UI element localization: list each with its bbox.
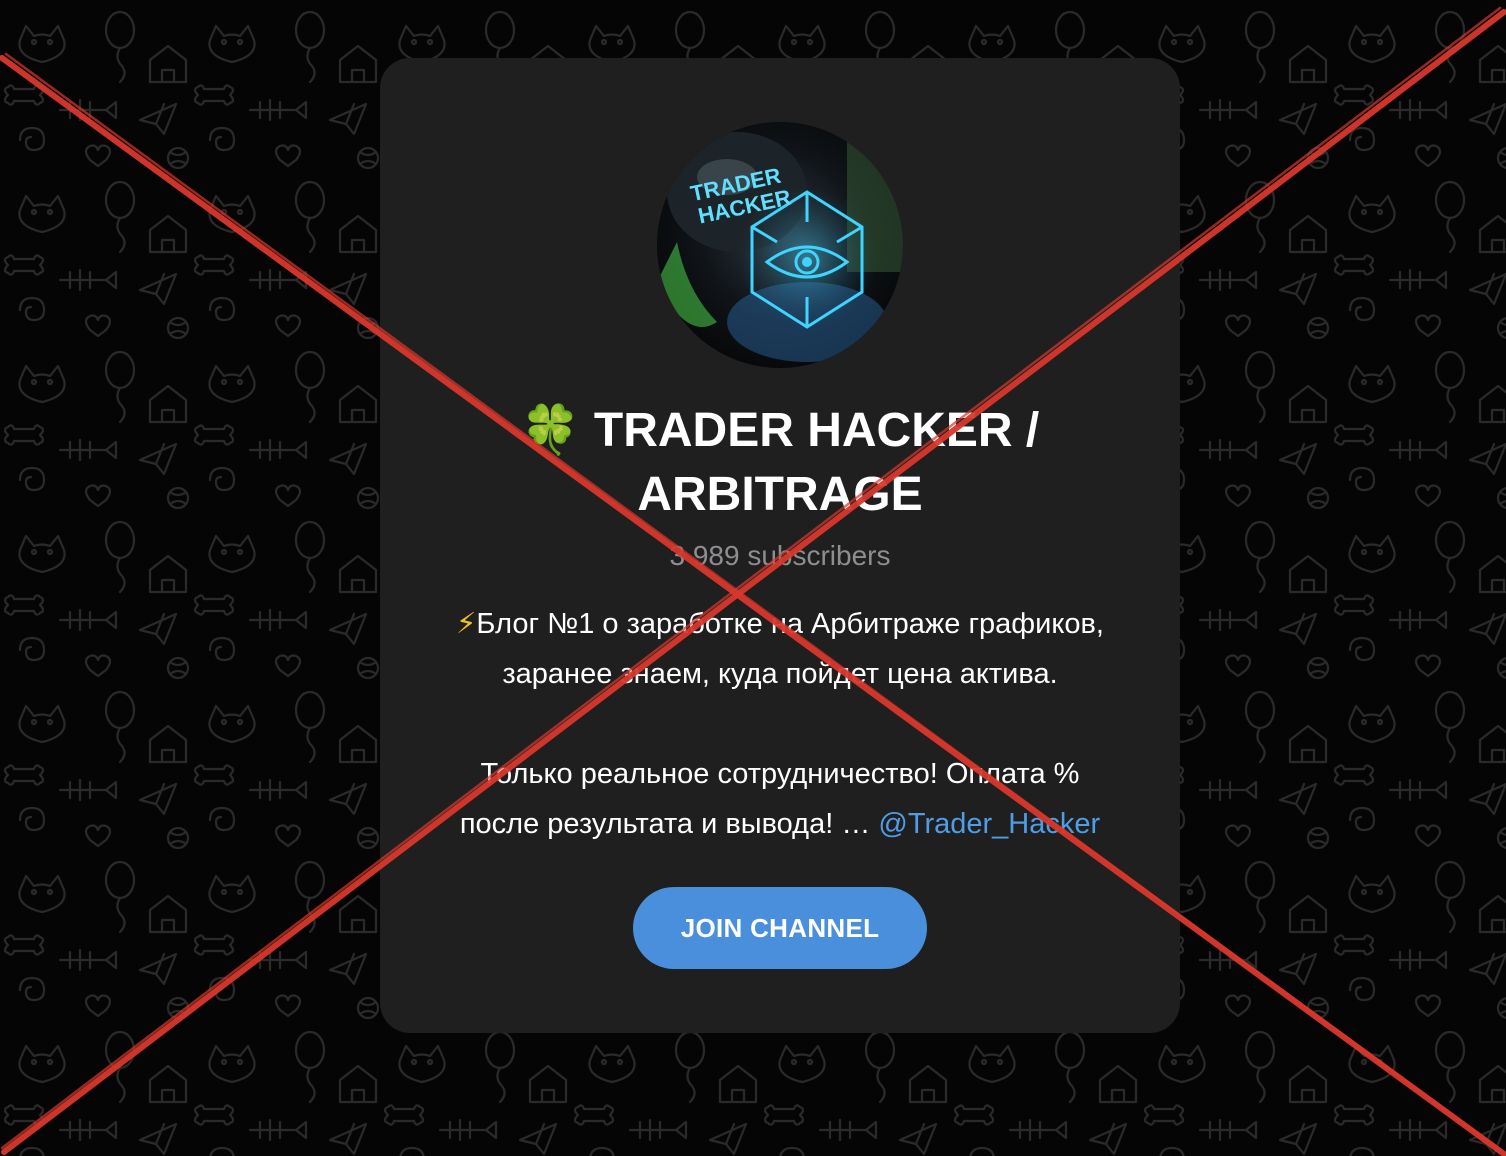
channel-title-line2: ARBITRAGE bbox=[637, 468, 923, 521]
channel-description: ⚡Блог №1 о заработке на Арбитраже график… bbox=[420, 598, 1140, 849]
channel-card: TRADER HACKER 🍀 TRADER HACKER / ARBITRAG… bbox=[380, 58, 1180, 1033]
description-line4: после результата и вывода! … @Trader_Hac… bbox=[420, 799, 1140, 849]
description-line3: Только реальное сотрудничество! Оплата % bbox=[480, 758, 1080, 790]
channel-username-link[interactable]: @Trader_Hacker bbox=[878, 808, 1100, 840]
join-channel-button[interactable]: JOIN CHANNEL bbox=[633, 887, 927, 969]
description-line1: ⚡Блог №1 о заработке на Арбитраже график… bbox=[420, 598, 1140, 649]
description-spacer bbox=[420, 699, 1140, 749]
subscriber-count: 3 989 subscribers bbox=[669, 540, 891, 571]
description-line1-text: Блог №1 о заработке на Арбитраже графико… bbox=[476, 608, 1104, 640]
channel-title-line1: TRADER HACKER / bbox=[593, 404, 1040, 457]
clover-icon: 🍀 bbox=[520, 402, 581, 458]
channel-avatar: TRADER HACKER bbox=[657, 122, 903, 368]
avatar-image: TRADER HACKER bbox=[657, 122, 903, 368]
channel-title: 🍀 TRADER HACKER / ARBITRAGE bbox=[440, 398, 1120, 527]
description-line4-text: после результата и вывода! … bbox=[459, 808, 879, 840]
description-line2: заранее знаем, куда пойдет цена актива. bbox=[502, 658, 1058, 690]
lightning-icon: ⚡ bbox=[456, 606, 477, 640]
page: TRADER HACKER 🍀 TRADER HACKER / ARBITRAG… bbox=[0, 0, 1506, 1156]
